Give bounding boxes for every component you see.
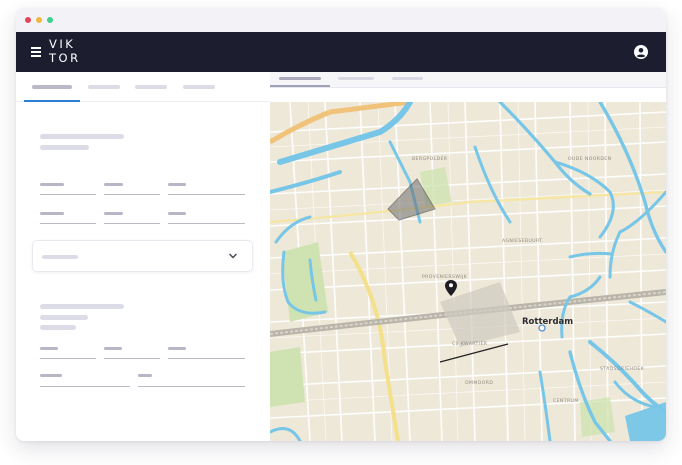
section-subtitle-placeholder xyxy=(40,325,76,330)
view-panel: BERGPOLDER AGNIESEBUURT OUDE NOORDEN PRO… xyxy=(270,72,666,441)
field-label-placeholder xyxy=(40,374,62,377)
active-view-tab-indicator xyxy=(270,85,330,87)
parametrization-panel xyxy=(16,72,270,441)
field-label-placeholder xyxy=(168,212,186,215)
field-label-placeholder xyxy=(40,212,64,215)
view-tab-3[interactable] xyxy=(392,77,423,80)
city-label-rotterdam: Rotterdam xyxy=(522,317,573,327)
chevron-down-icon xyxy=(229,253,237,259)
section-subtitle-placeholder xyxy=(40,315,88,320)
field-label-placeholder xyxy=(168,347,186,350)
field-underline xyxy=(40,386,130,387)
map-view[interactable]: BERGPOLDER AGNIESEBUURT OUDE NOORDEN PRO… xyxy=(270,102,666,441)
tab-2[interactable] xyxy=(88,85,120,89)
view-tab-2[interactable] xyxy=(338,77,374,80)
tab-4[interactable] xyxy=(183,85,215,89)
section-header-placeholder xyxy=(42,255,78,259)
field-label-placeholder xyxy=(104,183,123,186)
viktor-logo[interactable]: VIK TOR xyxy=(49,37,81,65)
minimize-window-dot[interactable] xyxy=(36,17,42,23)
field-underline xyxy=(168,358,245,359)
active-tab-indicator xyxy=(24,100,80,102)
field-underline xyxy=(104,358,160,359)
close-window-dot[interactable] xyxy=(25,17,31,23)
field-label-placeholder xyxy=(40,347,58,350)
district-label: OUDE NOORDEN xyxy=(568,156,611,162)
view-tabs xyxy=(270,72,666,88)
view-tab-1[interactable] xyxy=(279,77,321,80)
field-underline xyxy=(40,358,96,359)
district-label: CS KWARTIER xyxy=(452,341,488,347)
district-label: AGNIESEBUURT xyxy=(502,238,542,244)
map-canvas[interactable]: BERGPOLDER AGNIESEBUURT OUDE NOORDEN PRO… xyxy=(270,102,666,441)
window-titlebar xyxy=(16,8,666,32)
district-label: CENTRUM xyxy=(553,398,579,404)
maximize-window-dot[interactable] xyxy=(47,17,53,23)
tab-3[interactable] xyxy=(135,85,167,89)
field-underline xyxy=(40,223,96,224)
district-label: STADSDRIEHOEK xyxy=(600,366,645,372)
app-window: VIK TOR BERGPOLDER AGNIESEBUURT OUDE NOO… xyxy=(16,8,666,441)
field-underline xyxy=(104,223,160,224)
panel-tabs xyxy=(16,72,270,102)
field-label-placeholder xyxy=(138,374,152,377)
field-underline xyxy=(168,194,245,195)
field-label-placeholder xyxy=(104,347,122,350)
field-underline xyxy=(138,386,245,387)
tab-1[interactable] xyxy=(32,85,72,89)
field-label-placeholder xyxy=(168,183,186,186)
section-title-placeholder xyxy=(40,304,124,309)
field-underline xyxy=(104,194,160,195)
field-underline xyxy=(168,223,245,224)
field-label-placeholder xyxy=(104,212,123,215)
section-title-placeholder xyxy=(40,134,124,139)
field-label-placeholder xyxy=(40,183,64,186)
logo-line-1: VIK xyxy=(49,37,76,51)
district-label: BERGPOLDER xyxy=(412,156,448,162)
field-underline xyxy=(40,194,96,195)
collapsible-section-header[interactable] xyxy=(32,240,253,272)
user-account-icon[interactable] xyxy=(634,45,648,59)
top-app-bar: VIK TOR xyxy=(16,32,666,72)
hamburger-icon[interactable] xyxy=(31,47,43,57)
logo-line-2: TOR xyxy=(49,51,81,65)
district-label: PROVENIERSWIJK xyxy=(422,274,468,280)
section-subtitle-placeholder xyxy=(40,145,89,150)
district-label: OMMOORD xyxy=(465,380,493,386)
